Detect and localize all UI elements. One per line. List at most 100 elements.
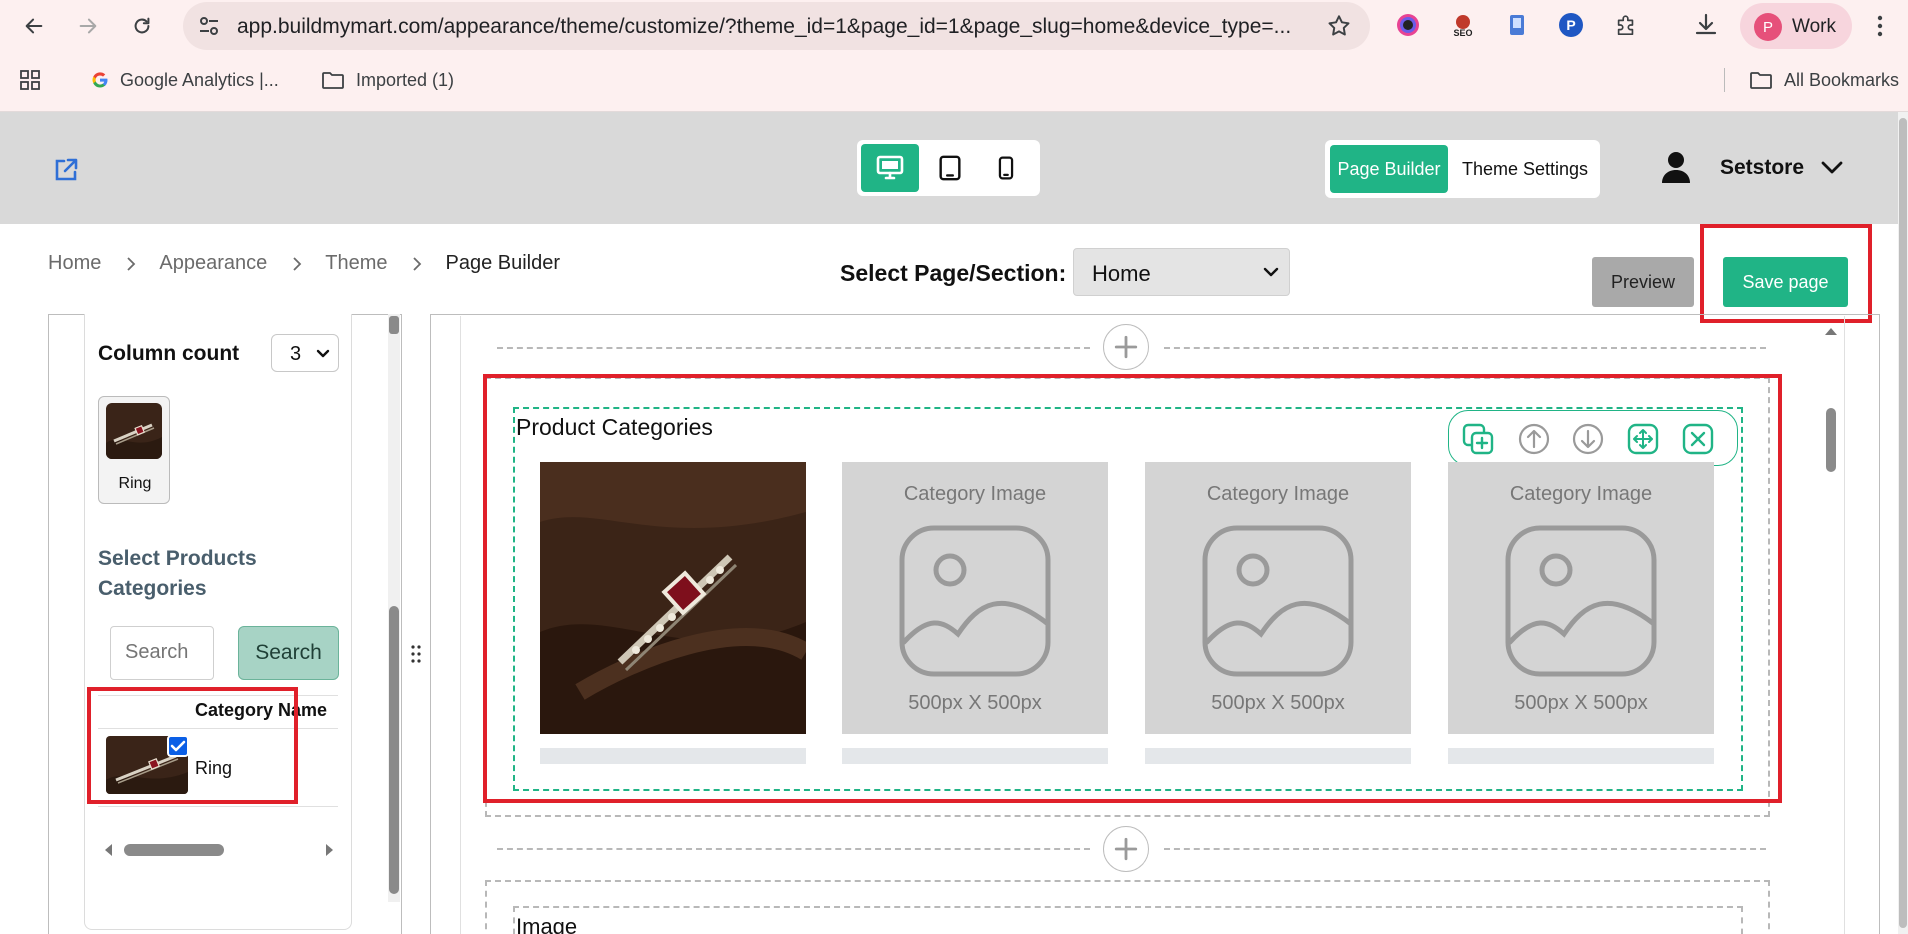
chevron-right-icon [127,256,136,271]
page-select[interactable]: Home [1073,248,1290,296]
section-title: Product Categories [516,414,713,440]
reload-button[interactable] [126,10,158,42]
select-categories-title: Select Products Categories [98,547,257,600]
extensions-puzzle-icon[interactable] [1611,10,1641,40]
arrow-left-icon [25,18,43,34]
reload-icon [134,17,150,34]
category-search-field[interactable] [125,641,205,664]
category-card-ring[interactable] [540,462,806,734]
bookmark-star-icon[interactable] [1326,13,1352,39]
selected-category-label: Ring [118,475,152,492]
image-placeholder-icon [1505,525,1657,677]
preview-button[interactable]: Preview [1592,257,1694,307]
category-card-placeholder[interactable]: Category Image 500px X 500px [842,462,1108,734]
bookmark-divider [1724,68,1725,92]
downloads-icon[interactable] [1691,10,1721,40]
section-divider [497,347,1090,349]
store-name[interactable]: Setstore [1720,156,1804,180]
chevron-down-icon [1263,267,1279,277]
save-page-button[interactable]: Save page [1723,257,1848,307]
drag-move-icon[interactable] [1626,422,1660,456]
address-bar[interactable]: app.buildmymart.com/appearance/theme/cus… [183,2,1370,50]
breadcrumb: Home Appearance Theme Page Builder [48,252,560,275]
browser-menu-icon[interactable] [1876,14,1884,38]
breadcrumb-theme[interactable]: Theme [325,252,387,275]
category-checkbox[interactable] [167,735,189,757]
breadcrumb-appearance[interactable]: Appearance [159,252,267,275]
device-tablet-button[interactable] [921,144,979,192]
duplicate-icon[interactable] [1461,422,1495,456]
forward-button[interactable] [72,10,104,42]
panel-resize-handle-icon[interactable] [410,643,422,665]
move-up-icon[interactable] [1517,422,1551,456]
canvas-scrollbar[interactable] [1822,322,1840,934]
check-icon [170,740,186,752]
table-horizontal-scrollbar[interactable] [98,838,338,862]
apps-grid-icon[interactable] [18,68,52,92]
svg-text:SEO: SEO [1453,28,1472,38]
category-search-button[interactable]: Search [238,626,339,680]
back-button[interactable] [18,10,50,42]
category-card-placeholder[interactable]: Category Image 500px X 500px [1448,462,1714,734]
close-icon[interactable] [1681,422,1715,456]
section-divider [497,848,1090,850]
plus-icon [1114,335,1138,359]
bookmark-google-analytics[interactable]: Google Analytics |... [90,68,279,92]
scroll-right-icon[interactable] [322,838,336,862]
placeholder-title: Category Image [1509,483,1653,505]
arrow-right-icon [79,18,97,34]
desktop-icon [876,155,904,180]
device-mobile-button[interactable] [977,144,1035,192]
chevron-down-icon[interactable] [1820,160,1844,176]
bookmark-label: Imported (1) [356,69,455,90]
column-count-select[interactable]: 3 [271,334,339,372]
category-search-input[interactable] [110,626,214,680]
section-toolbar [1448,410,1738,466]
page-scrollbar[interactable] [1898,112,1908,934]
section-divider [1164,848,1766,850]
bookmark-folder-imported[interactable]: Imported (1) [320,68,454,92]
extension-seo-icon[interactable]: SEO [1448,10,1478,40]
add-section-button[interactable] [1103,826,1149,872]
device-desktop-button[interactable] [861,144,919,192]
google-icon [92,72,108,88]
all-bookmarks[interactable]: All Bookmarks [1748,68,1899,92]
add-section-button[interactable] [1103,324,1149,370]
mode-switcher: Page Builder Theme Settings [1325,140,1600,198]
site-info-icon[interactable] [197,14,221,38]
column-count-label: Column count [98,342,240,365]
settings-scrollbar-thumb[interactable] [389,606,399,894]
table-scrollbar-thumb[interactable] [124,844,224,856]
page-scrollbar-thumb[interactable] [1899,118,1907,928]
extension-color-icon[interactable] [1393,10,1423,40]
ring-image [540,462,806,734]
device-switcher [857,140,1040,196]
category-label-bar [540,748,806,764]
extension-doc-icon[interactable] [1502,10,1532,40]
selected-category-chip[interactable]: Ring [98,396,170,504]
external-link-icon[interactable] [52,156,80,184]
scroll-left-icon[interactable] [102,838,116,862]
mobile-icon [998,156,1014,180]
placeholder-title: Category Image [903,483,1047,505]
settings-scrollbar[interactable] [388,314,400,902]
theme-settings-tab[interactable]: Theme Settings [1455,145,1595,193]
settings-scrollbar-top[interactable] [389,316,399,334]
category-label-bar [1145,748,1411,764]
image-placeholder-icon [1202,525,1354,677]
select-page-label: Select Page/Section: [840,260,1067,286]
page-builder-tab[interactable]: Page Builder [1330,145,1448,193]
user-icon[interactable] [1660,150,1692,184]
profile-avatar: P [1754,13,1782,41]
canvas-scrollbar-thumb[interactable] [1826,408,1836,472]
table-row-name: Ring [195,758,233,778]
breadcrumb-home[interactable]: Home [48,252,101,275]
extension-p-icon[interactable]: P [1556,10,1586,40]
profile-button[interactable]: P Work [1740,3,1852,49]
category-card-placeholder[interactable]: Category Image 500px X 500px [1145,462,1411,734]
image-block[interactable] [513,906,1743,934]
scroll-up-icon[interactable] [1822,324,1840,338]
column-count-value: 3 [290,343,302,365]
move-down-icon[interactable] [1571,422,1605,456]
category-label-bar [1448,748,1714,764]
